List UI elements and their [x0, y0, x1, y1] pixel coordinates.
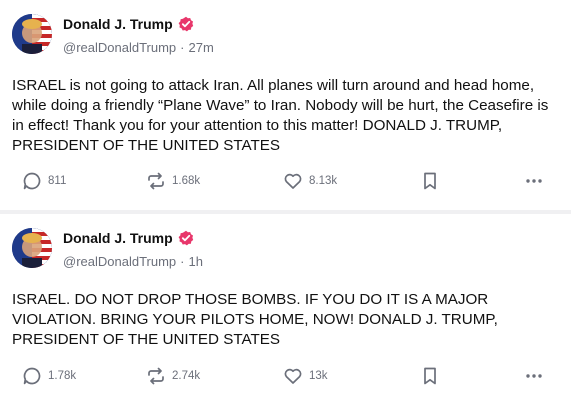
retruth-count: 2.74k — [172, 370, 201, 382]
author-handle[interactable]: @realDonaldTrump — [63, 40, 176, 55]
author-name-row: Donald J. Trump — [63, 16, 194, 32]
like-button[interactable]: 13k — [283, 364, 328, 388]
action-bar: 1.78k 2.74k 13k — [0, 364, 571, 388]
post-timestamp[interactable]: 27m — [189, 40, 214, 55]
reply-bubble-icon — [22, 171, 42, 191]
meta-separator: · — [180, 254, 185, 269]
retruth-button[interactable]: 1.68k — [146, 169, 200, 193]
post-text: ISRAEL. DO NOT DROP THOSE BOMBS. IF YOU … — [12, 291, 498, 348]
action-bar: 811 1.68k 8.13k — [0, 169, 571, 193]
retruth-arrows-icon — [146, 366, 166, 386]
bookmark-icon — [420, 171, 440, 191]
author-meta: @realDonaldTrump · 27m — [63, 40, 214, 55]
author-name[interactable]: Donald J. Trump — [63, 230, 173, 246]
post-card[interactable]: Donald J. Trump @realDonaldTrump · 27m ISR… — [0, 0, 571, 210]
reply-button[interactable]: 1.78k — [22, 364, 76, 388]
bookmark-icon — [420, 366, 440, 386]
bookmark-button[interactable] — [420, 169, 440, 193]
reply-count: 1.78k — [48, 370, 77, 382]
author-meta: @realDonaldTrump · 1h — [63, 254, 203, 269]
more-dots-icon — [524, 171, 544, 191]
reply-count: 811 — [48, 175, 67, 187]
bookmark-button[interactable] — [420, 364, 440, 388]
post-timestamp[interactable]: 1h — [189, 254, 203, 269]
more-dots-icon — [524, 366, 544, 386]
avatar[interactable] — [12, 14, 52, 54]
post-text: ISRAEL is not going to attack Iran. All … — [12, 77, 549, 154]
avatar[interactable] — [12, 228, 52, 268]
post-card[interactable]: Donald J. Trump @realDonaldTrump · 1h ISRA… — [0, 214, 571, 404]
more-options-button[interactable] — [524, 169, 544, 193]
author-name-row: Donald J. Trump — [63, 230, 194, 246]
meta-separator: · — [180, 40, 185, 55]
like-count: 8.13k — [309, 175, 338, 187]
more-options-button[interactable] — [524, 364, 544, 388]
heart-icon — [283, 366, 303, 386]
verified-badge-icon — [178, 16, 194, 32]
author-handle[interactable]: @realDonaldTrump — [63, 254, 176, 269]
author-name[interactable]: Donald J. Trump — [63, 16, 173, 32]
verified-badge-icon — [178, 230, 194, 246]
like-button[interactable]: 8.13k — [283, 169, 337, 193]
retruth-count: 1.68k — [172, 175, 201, 187]
retruth-arrows-icon — [146, 171, 166, 191]
reply-button[interactable]: 811 — [22, 169, 66, 193]
like-count: 13k — [309, 370, 328, 382]
reply-bubble-icon — [22, 366, 42, 386]
retruth-button[interactable]: 2.74k — [146, 364, 200, 388]
heart-icon — [283, 171, 303, 191]
